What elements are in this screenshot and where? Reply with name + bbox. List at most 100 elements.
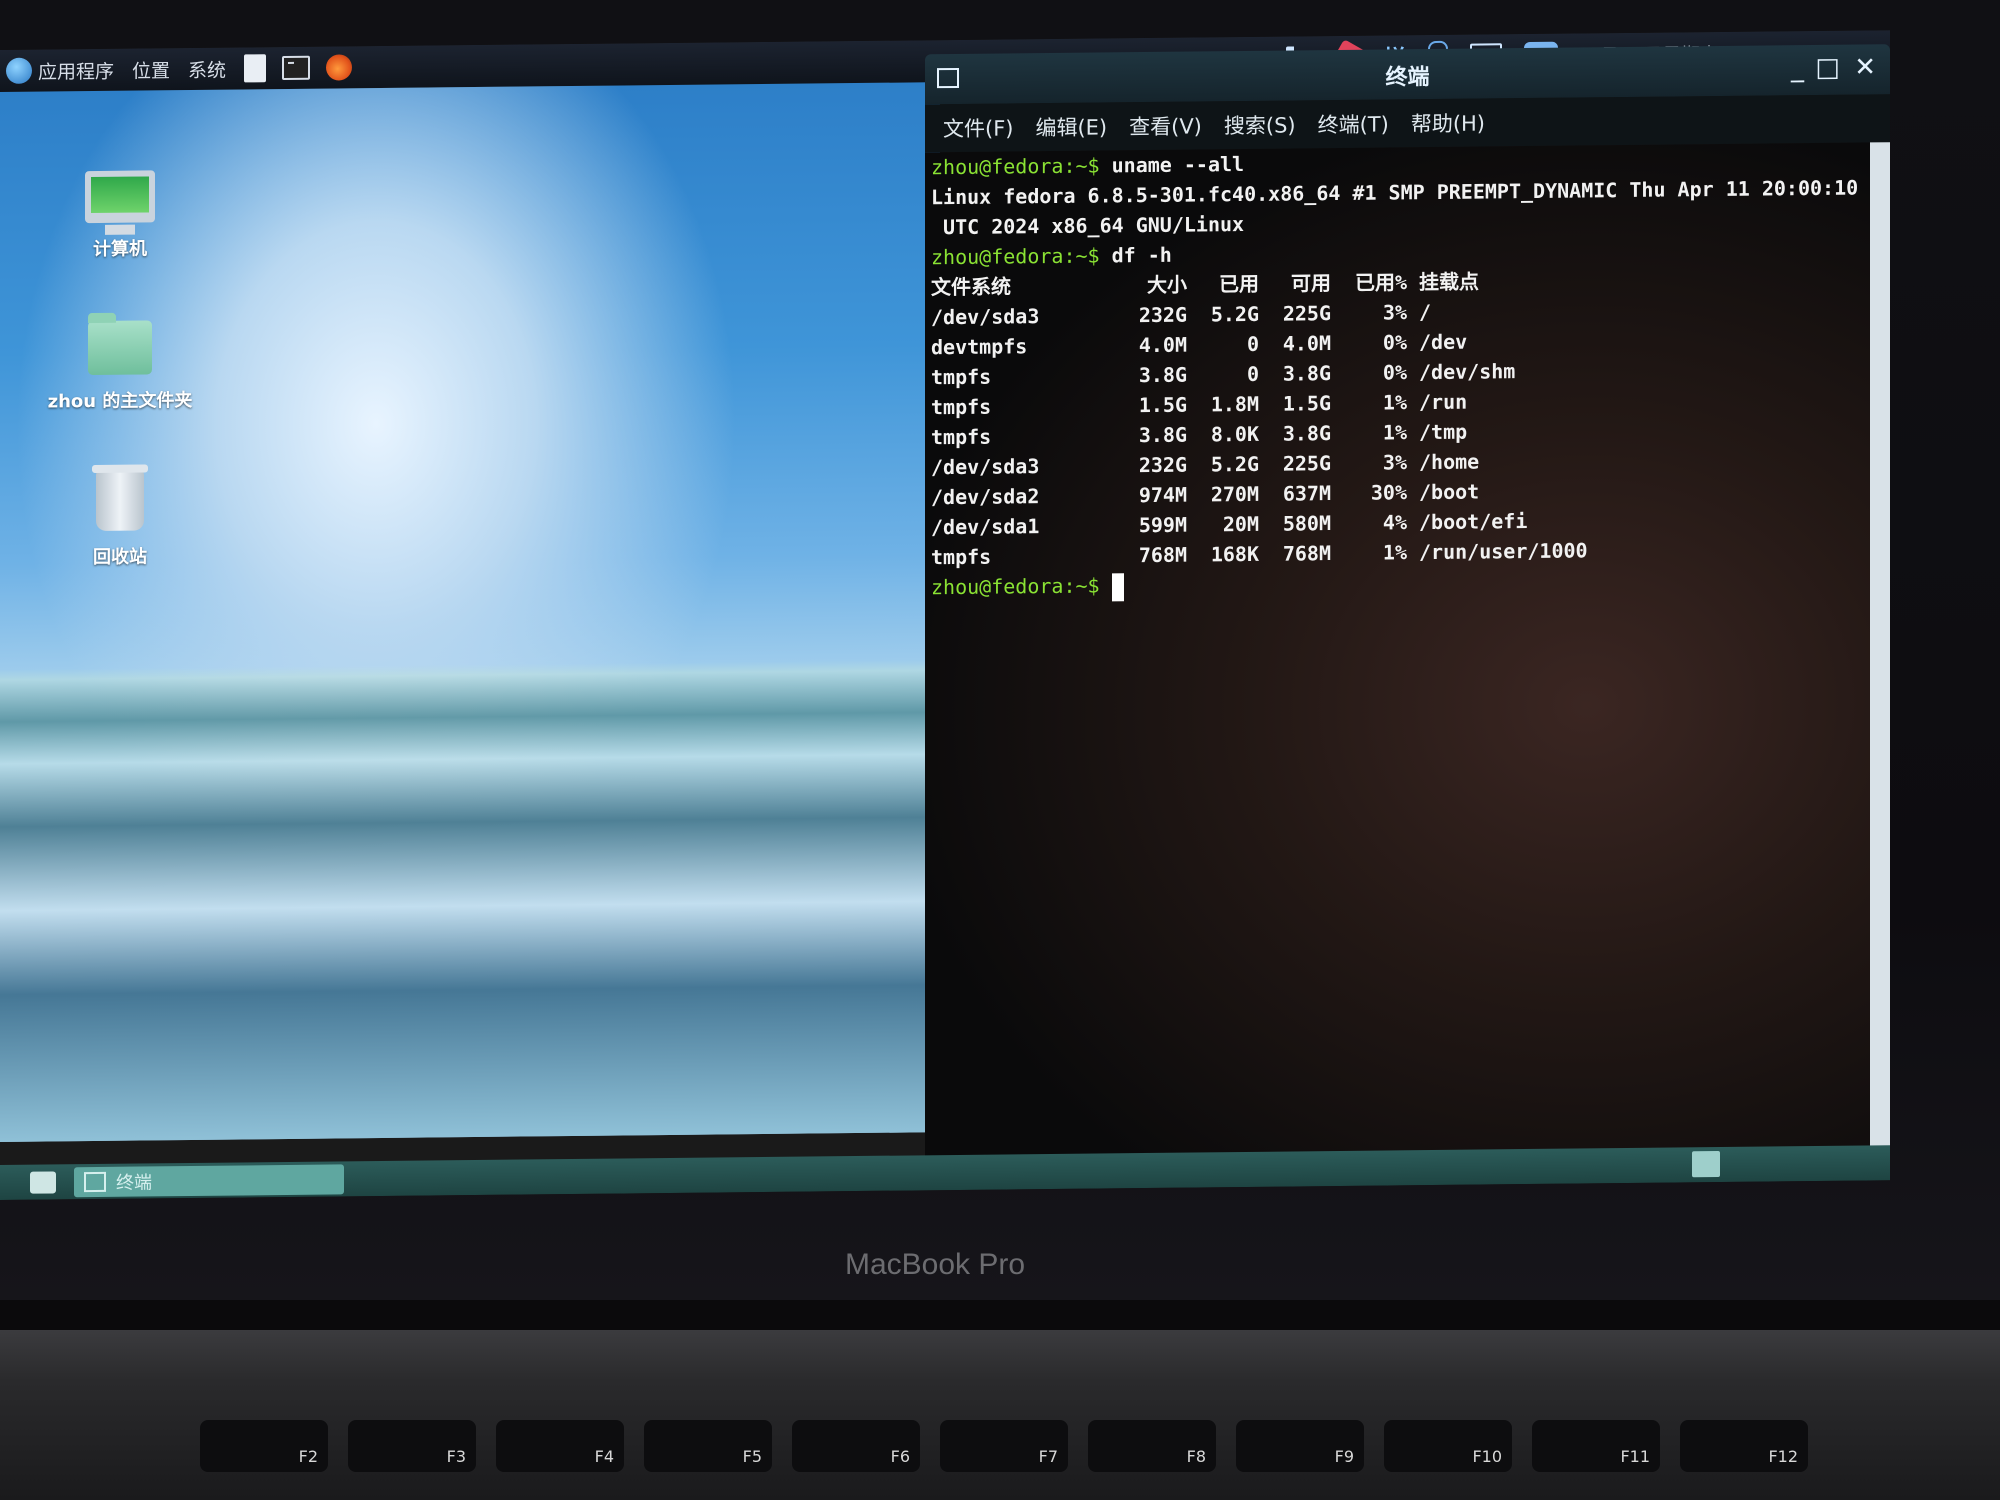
- used-cell: 0: [1246, 331, 1259, 356]
- function-key: F5: [644, 1420, 772, 1472]
- used-cell: 20M: [1222, 511, 1259, 537]
- size-cell: 3.8G: [1138, 362, 1187, 388]
- available-cell: 225G: [1282, 301, 1331, 326]
- filesystem-cell: tmpfs: [931, 424, 992, 450]
- minimize-icon[interactable]: _: [1791, 53, 1804, 83]
- used-cell: 1.8M: [1210, 391, 1259, 417]
- function-key: F9: [1236, 1420, 1364, 1472]
- prompt: zhou@fedora:~$: [931, 573, 1100, 600]
- use-percent-cell: 0%: [1382, 330, 1407, 355]
- function-key: F6: [792, 1420, 920, 1472]
- taskbar-button-label: 终端: [116, 1171, 152, 1194]
- menu-view[interactable]: 查看(V): [1129, 110, 1202, 141]
- available-cell: 3.8G: [1282, 421, 1331, 446]
- mountpoint-cell: /home: [1419, 449, 1480, 475]
- function-key: F11: [1532, 1420, 1660, 1472]
- column-header: 大小: [1147, 272, 1187, 297]
- menu-terminal[interactable]: 终端(T): [1318, 108, 1389, 139]
- filesystem-cell: tmpfs: [931, 364, 992, 390]
- prompt: zhou@fedora:~$: [931, 243, 1100, 270]
- available-cell: 768M: [1282, 541, 1331, 566]
- function-key: F3: [348, 1420, 476, 1472]
- mountpoint-cell: /run: [1419, 389, 1468, 415]
- mountpoint-cell: /boot/efi: [1419, 509, 1528, 535]
- column-header: 已用: [1219, 271, 1259, 297]
- used-cell: 0: [1246, 361, 1259, 386]
- column-header: 已用%: [1354, 270, 1407, 295]
- home-folder-icon: [88, 320, 152, 376]
- used-cell: 270M: [1210, 481, 1259, 507]
- function-key: F12: [1680, 1420, 1808, 1472]
- terminal-icon: [84, 1171, 106, 1192]
- prompt: zhou@fedora:~$: [931, 153, 1100, 180]
- mountpoint-cell: /: [1419, 300, 1432, 325]
- terminal-output[interactable]: zhou@fedora:~$ uname --all Linux fedora …: [925, 142, 1870, 1171]
- computer-icon: [85, 170, 155, 224]
- file-manager-launcher-icon[interactable]: [244, 54, 267, 83]
- size-cell: 232G: [1138, 302, 1187, 328]
- desktop-icon-label: 回收站: [93, 546, 147, 569]
- function-key: F2: [200, 1420, 328, 1472]
- menu-help[interactable]: 帮助(H): [1411, 107, 1485, 138]
- use-percent-cell: 4%: [1382, 510, 1407, 535]
- laptop-bezel: 应用程序 位置 系统 拼 10月12日星期六 19:45 计算机: [0, 0, 2000, 1300]
- terminal-scrollbar[interactable]: [1870, 142, 1890, 1161]
- function-key-row: F2 F3 F4 F5 F6 F7 F8 F9 F10 F11 F12: [0, 1420, 2000, 1500]
- desktop-icon-label: 计算机: [93, 238, 147, 261]
- mountpoint-cell: /boot: [1419, 479, 1480, 505]
- show-desktop-icon[interactable]: [30, 1170, 56, 1194]
- filesystem-cell: tmpfs: [931, 544, 992, 570]
- menu-search[interactable]: 搜索(S): [1224, 109, 1296, 140]
- column-header: 文件系统: [931, 274, 1011, 300]
- taskbar-button-terminal[interactable]: 终端: [74, 1163, 344, 1197]
- use-percent-cell: 1%: [1382, 390, 1407, 415]
- desktop-icon-trash[interactable]: 回收站: [45, 470, 195, 570]
- close-icon[interactable]: ✕: [1854, 52, 1876, 82]
- size-cell: 232G: [1138, 452, 1187, 478]
- filesystem-cell: devtmpfs: [931, 334, 1028, 360]
- use-percent-cell: 1%: [1382, 540, 1407, 565]
- available-cell: 3.8G: [1282, 361, 1331, 386]
- fedora-logo-icon[interactable]: [6, 57, 32, 84]
- used-cell: 5.2G: [1210, 451, 1259, 477]
- laptop-brand-label: MacBook Pro: [845, 1248, 1026, 1281]
- workspace-switcher[interactable]: [1692, 1150, 1720, 1178]
- desktop-icon-home-folder[interactable]: zhou 的主文件夹: [45, 320, 195, 414]
- column-header: 挂载点: [1419, 269, 1479, 295]
- filesystem-cell: /dev/sda2: [931, 484, 1040, 510]
- desktop-icon-computer[interactable]: 计算机: [45, 170, 195, 262]
- menu-places[interactable]: 位置: [132, 56, 170, 83]
- use-percent-cell: 1%: [1382, 420, 1407, 445]
- size-cell: 768M: [1138, 542, 1187, 568]
- desktop-wallpaper: 计算机 zhou 的主文件夹 回收站: [0, 82, 940, 1142]
- available-cell: 1.5G: [1282, 391, 1331, 416]
- function-key: F4: [496, 1420, 624, 1472]
- available-cell: 4.0M: [1282, 331, 1331, 356]
- use-percent-cell: 3%: [1382, 450, 1407, 475]
- menu-edit[interactable]: 编辑(E): [1035, 111, 1107, 142]
- size-cell: 4.0M: [1138, 332, 1187, 358]
- screen: 应用程序 位置 系统 拼 10月12日星期六 19:45 计算机: [0, 30, 1890, 1200]
- use-percent-cell: 30%: [1370, 480, 1407, 505]
- column-header: 可用: [1291, 271, 1331, 296]
- available-cell: 225G: [1282, 451, 1331, 476]
- df-rows: /dev/sda3 232G 5.2G 225G 3% / devtmpfs 4.0M 0 4.0…: [931, 295, 1588, 572]
- terminal-launcher-icon[interactable]: [282, 55, 311, 81]
- size-cell: 599M: [1138, 512, 1187, 538]
- terminal-window[interactable]: 终端 _ □ ✕ 文件(F) 编辑(E) 查看(V) 搜索(S) 终端(T) 帮…: [925, 44, 1890, 1171]
- mountpoint-cell: /tmp: [1419, 419, 1468, 445]
- used-cell: 168K: [1210, 541, 1259, 567]
- menu-applications[interactable]: 应用程序: [38, 56, 114, 84]
- trash-icon: [96, 470, 144, 531]
- menu-system[interactable]: 系统: [188, 55, 226, 82]
- terminal-title: 终端: [1385, 65, 1430, 91]
- menu-file[interactable]: 文件(F): [943, 112, 1013, 143]
- size-cell: 1.5G: [1138, 392, 1187, 418]
- command-text: df -h: [1099, 242, 1172, 268]
- filesystem-cell: /dev/sda1: [931, 514, 1040, 540]
- function-key: F8: [1088, 1420, 1216, 1472]
- available-cell: 580M: [1282, 511, 1331, 536]
- desktop-icon-label: zhou 的主文件夹: [47, 389, 193, 413]
- firefox-launcher-icon[interactable]: [326, 54, 353, 81]
- maximize-icon[interactable]: □: [1815, 53, 1840, 83]
